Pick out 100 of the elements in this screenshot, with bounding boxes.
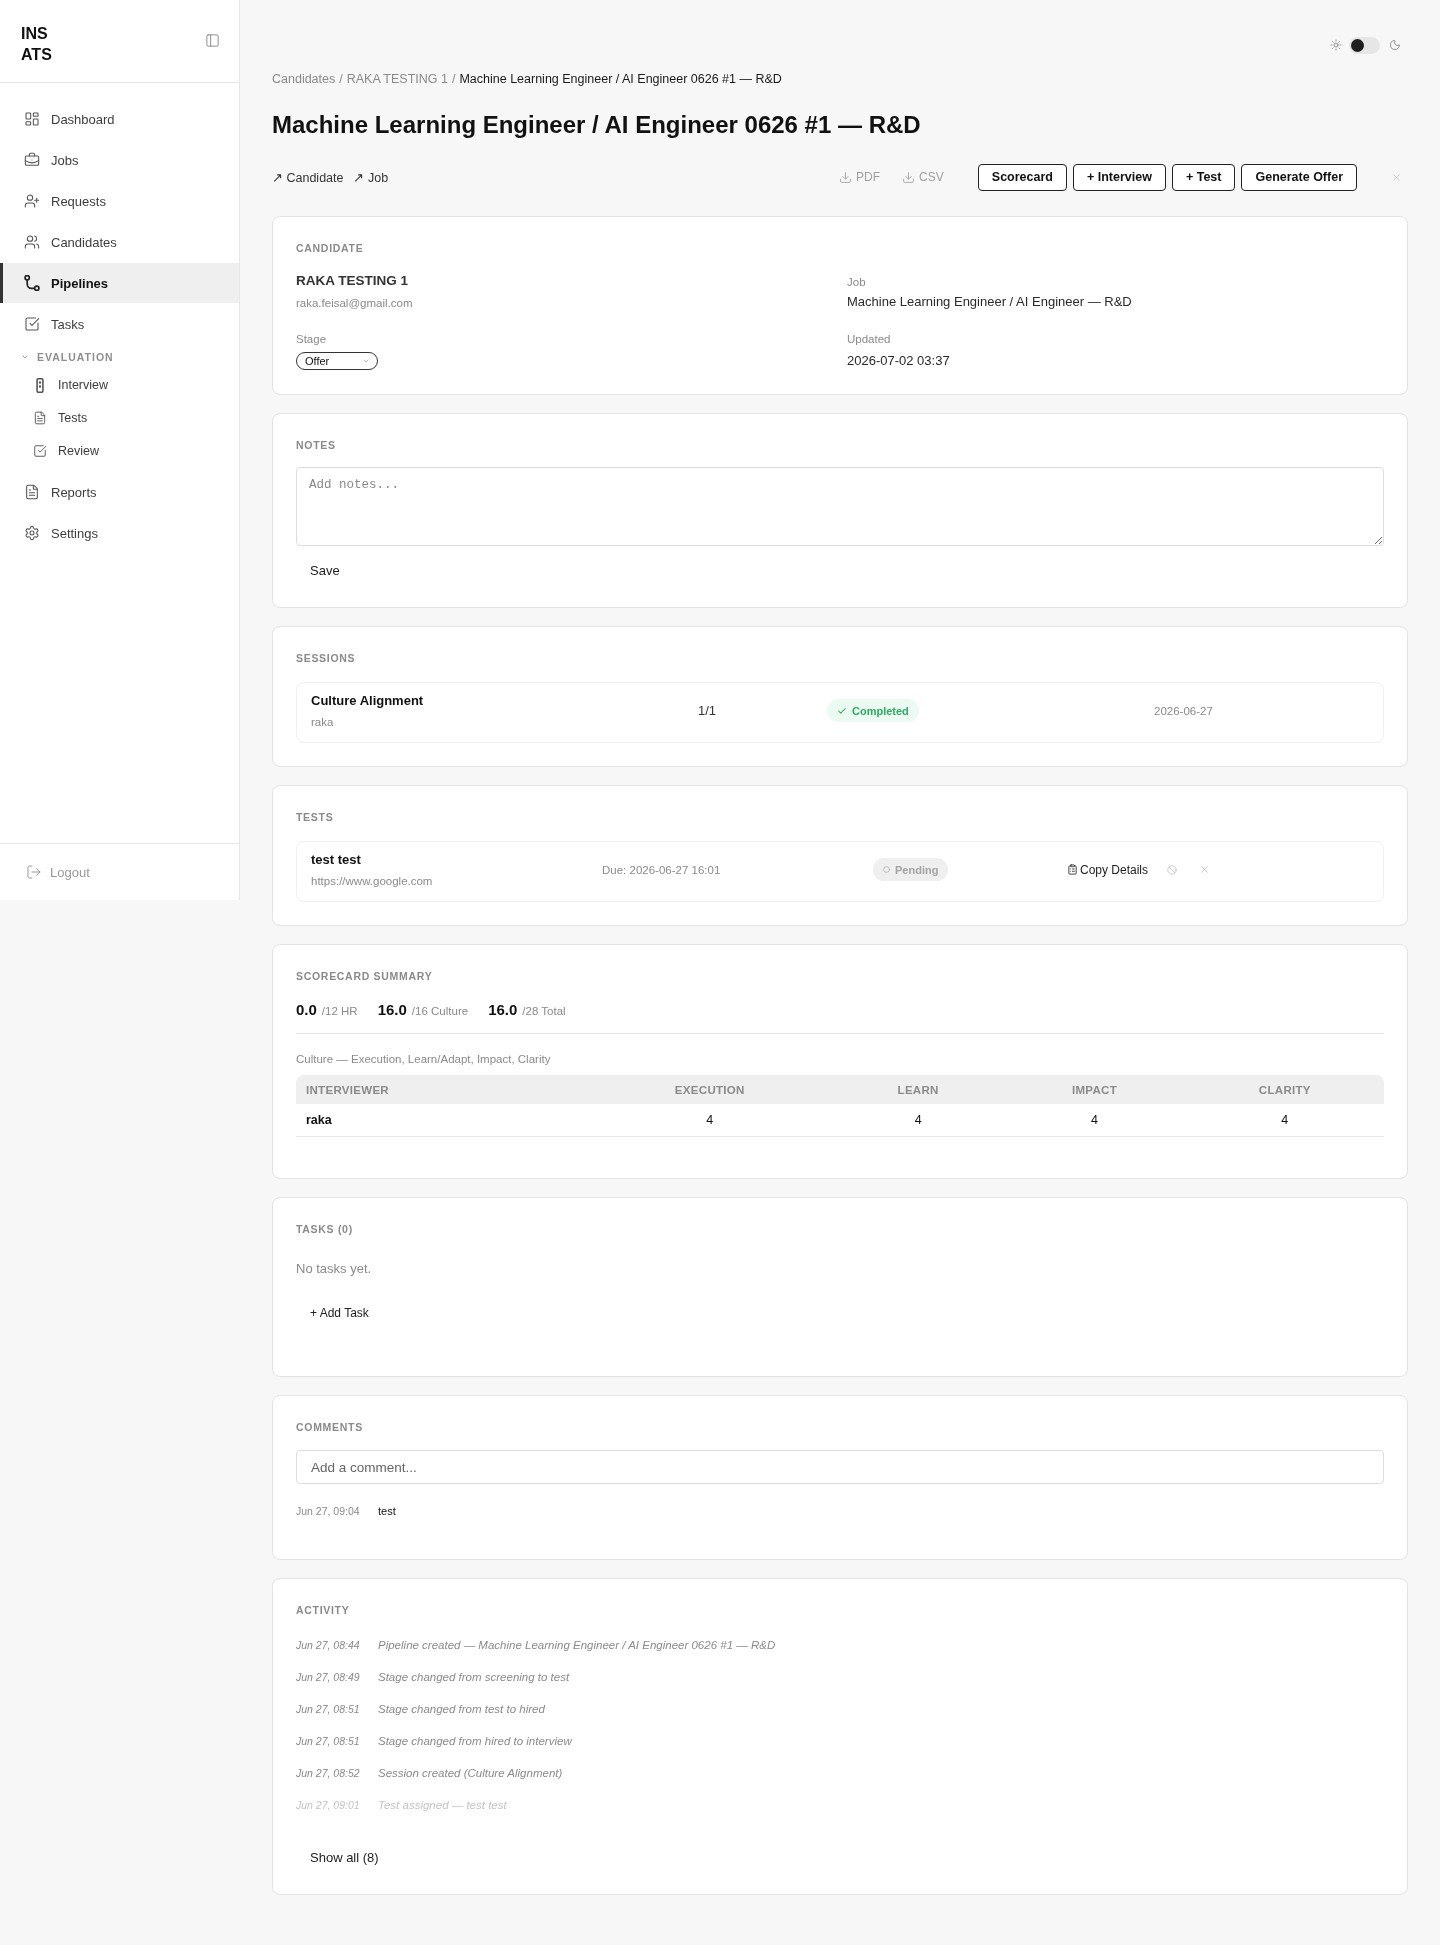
document-icon <box>24 484 40 500</box>
table-cell-text: raka <box>305 1113 332 1127</box>
circle-icon <box>883 866 890 873</box>
score-value: 0.0 <box>296 1000 317 1020</box>
candidate-email: raka.feisal@gmail.com <box>296 296 414 311</box>
settings-icon <box>24 525 40 541</box>
field-value: Machine Learning Engineer / AI Engineer — R&D <box>847 293 1133 311</box>
comment-field[interactable]: Add a comment... <box>296 1450 1384 1484</box>
status-text: Completed <box>852 704 909 717</box>
breadcrumb-separator: / <box>339 71 343 88</box>
section-label: COMMENTS <box>296 1420 364 1435</box>
layout-grid-icon <box>24 111 40 127</box>
document-icon <box>33 411 47 425</box>
user-plus-icon <box>24 193 40 209</box>
square-check-icon <box>24 316 40 332</box>
table-cell: 4 <box>1281 1113 1289 1127</box>
chevron-down-icon <box>21 353 29 361</box>
scorecard-caption: Culture — Execution, Learn/Adapt, Impact, Clarity <box>296 1052 552 1067</box>
save-button[interactable]: Save <box>296 556 354 584</box>
close-icon[interactable] <box>1391 171 1402 183</box>
section-label: TASKS (0) <box>296 1222 354 1237</box>
activity-time: Jun 27, 09:01 <box>296 1798 361 1813</box>
nav-item[interactable]: Settings <box>0 513 239 553</box>
test-name: test test <box>311 851 362 869</box>
connected-nodes-icon <box>24 275 40 291</box>
score-total: /16 Culture <box>411 1004 469 1019</box>
activity-text: Stage changed from test to hired <box>378 1702 545 1717</box>
nav-item[interactable]: Tasks <box>0 304 239 344</box>
page-title: Machine Learning Engineer / AI Engineer 0626 #1 — R&D <box>272 110 922 140</box>
session-count: 1/1 <box>698 703 718 718</box>
close-icon[interactable] <box>1199 864 1211 875</box>
session-name: Culture Alignment <box>311 692 425 710</box>
panel-icon[interactable] <box>205 33 220 48</box>
breadcrumb-current: Machine Learning Engineer / AI Engineer 0626 #1 — R&D <box>459 71 782 88</box>
comment-time: Jun 27, 09:04 <box>296 1504 361 1519</box>
field-value: 2026-07-02 03:37 <box>847 352 951 370</box>
circle-slash-icon[interactable] <box>1167 864 1178 875</box>
activity-text: Test assigned — test test <box>378 1798 507 1813</box>
action-button[interactable]: + Interview <box>1072 163 1166 191</box>
nav-item[interactable]: Jobs <box>0 140 239 180</box>
show-all-button[interactable]: Show all (8) <box>296 1843 393 1871</box>
nav-item[interactable]: Pipelines <box>0 263 239 303</box>
activity-time: Jun 27, 08:51 <box>296 1734 361 1749</box>
session-interviewer: raka <box>311 715 335 730</box>
session-date: 2026-06-27 <box>1154 704 1214 717</box>
section-label: ACTIVITY <box>296 1603 351 1618</box>
nav-item[interactable]: Candidates <box>0 222 239 262</box>
nav-item[interactable]: Review <box>0 435 239 467</box>
column-header: EXECUTION <box>674 1083 745 1096</box>
check-icon <box>837 705 847 716</box>
nav-item[interactable]: Interview <box>0 369 239 401</box>
breadcrumb-separator: / <box>451 71 456 88</box>
copy-details-button[interactable]: Copy Details <box>1067 862 1149 877</box>
column-header: IMPACT <box>1071 1083 1117 1096</box>
section-label: SESSIONS <box>296 651 357 666</box>
activity-time: Jun 27, 08:52 <box>296 1766 361 1781</box>
table-cell: 4 <box>706 1113 714 1127</box>
phone-icon <box>36 377 44 393</box>
action-button[interactable]: + Test <box>1171 163 1236 191</box>
action-button[interactable]: Scorecard <box>977 163 1067 191</box>
nav-item[interactable]: Reports <box>0 472 239 512</box>
section-label: SCORECARD SUMMARY <box>296 969 434 984</box>
external-link[interactable]: ↗ Candidate <box>272 169 344 185</box>
external-link[interactable]: ↗ Job <box>353 169 389 185</box>
activity-text: Stage changed from screening to test <box>378 1670 570 1685</box>
column-header: CLARITY <box>1258 1083 1311 1096</box>
nav-item[interactable]: Dashboard <box>0 99 239 139</box>
section-label: CANDIDATE <box>296 241 365 256</box>
activity-text: Stage changed from hired to interview <box>378 1734 572 1749</box>
table-cell: 4 <box>1091 1113 1098 1127</box>
column-header: LEARN <box>897 1083 939 1096</box>
test-due-date: Due: 2026-06-27 16:01 <box>602 863 722 876</box>
logo-text: INS ATS <box>21 24 52 65</box>
activity-time: Jun 27, 08:51 <box>296 1702 361 1717</box>
users-icon <box>24 234 40 250</box>
nav-item[interactable]: Requests <box>0 181 239 221</box>
activity-time: Jun 27, 08:44 <box>296 1638 361 1653</box>
briefcase-icon <box>24 152 40 168</box>
clipboard-icon <box>1067 864 1078 875</box>
column-header: INTERVIEWER <box>305 1083 389 1096</box>
chevron-down-icon <box>362 357 370 365</box>
nav-item[interactable]: Tests <box>0 402 239 434</box>
score-value: 16.0 <box>377 1000 407 1020</box>
table-cell: 4 <box>914 1113 922 1127</box>
notes-field[interactable]: Add notes... <box>296 467 1384 546</box>
sun-icon <box>1330 39 1342 51</box>
score-value: 16.0 <box>488 1000 518 1020</box>
download-icon <box>839 170 853 184</box>
score-total: /28 Total <box>522 1004 566 1019</box>
section-label: NOTES <box>296 438 337 453</box>
comment-text: test <box>378 1504 396 1519</box>
activity-time: Jun 27, 08:49 <box>296 1670 361 1685</box>
action-button[interactable]: Generate Offer <box>1241 163 1357 191</box>
add-task-button[interactable]: + Add Task <box>296 1299 383 1327</box>
theme-switch[interactable] <box>1349 36 1380 54</box>
field-label: Updated <box>847 332 892 347</box>
field-label: Job <box>847 275 867 290</box>
square-check-icon <box>33 444 47 458</box>
logout-icon <box>26 864 42 880</box>
activity-text: Pipeline created — Machine Learning Engineer / AI Engineer 0626 #1 — R&D <box>378 1638 776 1653</box>
